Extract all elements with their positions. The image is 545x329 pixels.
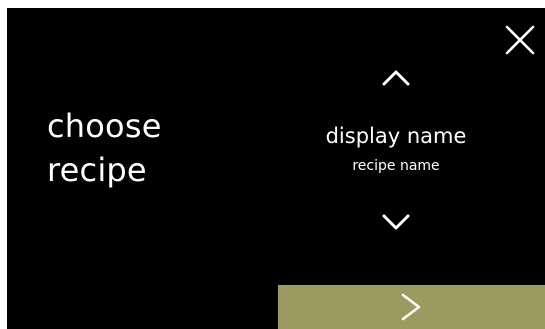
chevron-right-icon: [401, 293, 421, 321]
next-button[interactable]: [278, 285, 545, 329]
scroll-up-button[interactable]: [376, 58, 416, 94]
close-icon: [505, 25, 535, 55]
page-title-line-1: choose: [47, 107, 162, 145]
recipe-selection-screen: choose recipe display name recipe name: [7, 8, 545, 329]
scroll-down-button[interactable]: [376, 204, 416, 240]
chevron-up-icon: [382, 70, 410, 86]
close-button[interactable]: [502, 22, 538, 58]
chevron-down-icon: [382, 214, 410, 230]
display-name-label: display name: [325, 124, 467, 148]
recipe-name-label: recipe name: [352, 158, 440, 174]
recipe-selector: display name recipe name: [287, 48, 505, 248]
page-title-line-2: recipe: [47, 151, 147, 189]
